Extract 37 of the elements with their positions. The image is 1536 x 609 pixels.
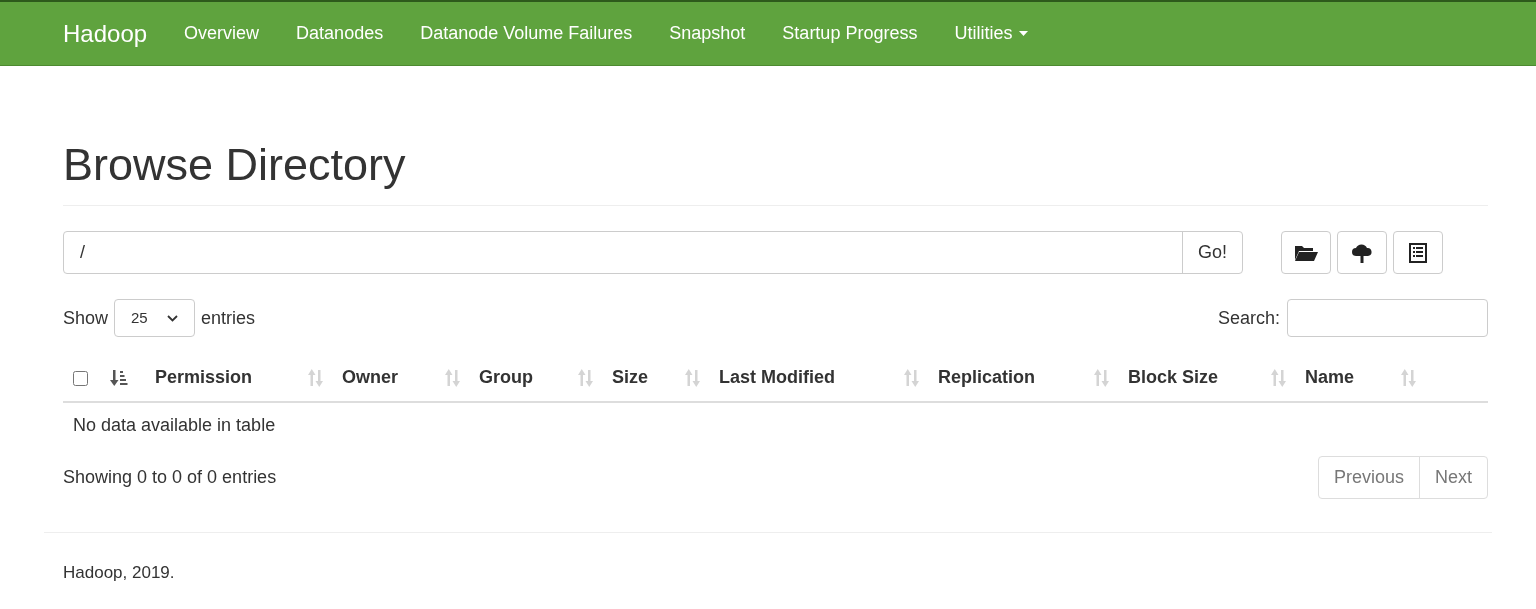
column-header[interactable]: Block Size [1118,354,1295,402]
search-label: Search: [1217,306,1280,330]
empty-table-message: No data available in table [63,402,1488,448]
column-header[interactable]: Owner [332,354,469,402]
column-header[interactable]: Size [602,354,709,402]
page-title: Browse Directory [63,138,407,187]
go-button[interactable]: Go! [1182,232,1242,273]
upload-button[interactable] [1337,231,1387,274]
column-header[interactable]: Permission [145,354,332,402]
caret-icon [1019,31,1029,36]
column-header[interactable]: Last Modified [709,354,928,402]
cloud-upload-icon [1351,241,1373,264]
sort-icon [1271,368,1287,387]
sort-icon [578,368,594,387]
column-header[interactable]: Name [1295,354,1425,402]
sort-icon [904,368,920,387]
chevron-down-icon [167,314,179,322]
entries-select[interactable]: 25 [114,299,196,337]
sort-ascending-icon [110,368,128,387]
list-icon [1409,242,1427,263]
create-folder-button[interactable] [1281,231,1331,274]
entries-label: entries [201,306,256,330]
folder-icon [1294,243,1318,262]
select-all-checkbox[interactable] [73,370,88,386]
search-field[interactable] [1287,299,1488,337]
sort-icon [685,368,701,387]
column-header[interactable]: Group [469,354,602,402]
table-info: Showing 0 to 0 of 0 entries [63,466,277,489]
footer-text: Hadoop, 2019. [62,562,176,584]
list-button[interactable] [1393,231,1443,274]
path-field[interactable]: / Go! [63,231,1243,274]
sort-icon [445,368,461,387]
show-label: Show [63,306,109,330]
column-header[interactable]: Replication [928,354,1118,402]
sort-icon [1094,368,1110,387]
sort-icon [308,368,324,387]
sort-icon [1401,368,1417,387]
